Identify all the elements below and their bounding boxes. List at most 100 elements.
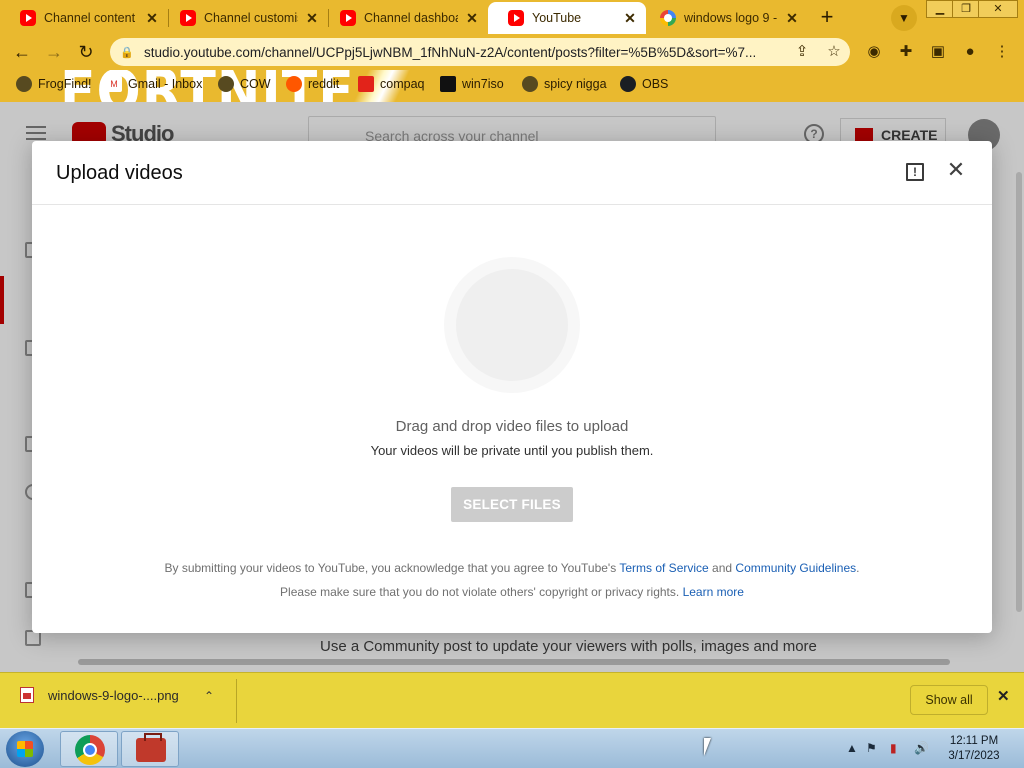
github-icon	[620, 76, 636, 92]
dialog-title: Upload videos	[56, 162, 183, 184]
tab-channel-customisation[interactable]: Channel customis ✕	[160, 2, 328, 34]
new-tab-button[interactable]: +	[814, 5, 840, 31]
bookmarks-bar: FORTNITE FrogFind! M Gmail - Inbox COW r…	[0, 70, 1024, 102]
bookmark-label: FrogFind!	[38, 77, 92, 91]
tab-title: Channel content	[44, 11, 136, 25]
google-icon	[660, 10, 676, 26]
taskbar-chrome[interactable]	[60, 731, 118, 767]
clock-date: 3/17/2023	[948, 750, 1000, 762]
bookmark-gmail[interactable]: M Gmail - Inbox	[106, 76, 202, 92]
reddit-icon	[286, 76, 302, 92]
youtube-icon	[508, 10, 524, 26]
active-nav-indicator	[0, 276, 4, 324]
profile-avatar-icon[interactable]: ●	[958, 38, 982, 66]
create-camera-icon	[855, 128, 873, 142]
reload-button[interactable]: ↻	[72, 38, 100, 66]
tab-strip: Channel content ✕ Channel customis ✕ Cha…	[0, 0, 1024, 34]
community-guidelines-link[interactable]: Community Guidelines	[735, 561, 856, 575]
lock-icon: 🔒	[120, 46, 134, 59]
download-item[interactable]: windows-9-logo-....png	[20, 687, 179, 703]
taskbar: ▲ ⚑ ▮ 🔊 12:11 PM 3/17/2023	[0, 728, 1024, 768]
dialog-divider	[32, 204, 992, 205]
terms-of-service-link[interactable]: Terms of Service	[619, 561, 708, 575]
globe-icon	[218, 76, 234, 92]
hamburger-menu-icon[interactable]	[26, 126, 46, 140]
close-icon[interactable]: ✕	[784, 10, 800, 27]
bookmark-obs[interactable]: OBS	[620, 76, 668, 92]
bookmark-label: reddit	[308, 77, 340, 91]
tab-youtube[interactable]: YouTube ✕	[488, 2, 646, 34]
toolbox-icon	[136, 733, 166, 762]
show-all-button[interactable]: Show all	[910, 685, 988, 715]
copyright-text: Please make sure that you do not violate…	[280, 585, 680, 599]
start-button-windows-icon[interactable]	[6, 731, 44, 767]
download-bar: windows-9-logo-....png ⌃ Show all ✕	[0, 672, 1024, 728]
win7iso-icon	[440, 76, 456, 92]
clock-time: 12:11 PM	[949, 735, 999, 747]
bookmark-cow[interactable]: COW	[218, 76, 271, 92]
close-icon[interactable]: ✕	[144, 10, 160, 27]
extensions-puzzle-icon[interactable]: ✚	[894, 38, 918, 66]
bookmark-reddit[interactable]: reddit	[286, 76, 339, 92]
share-icon[interactable]: ⇪	[790, 38, 814, 66]
menu-kebab-icon[interactable]: ⋮	[990, 38, 1014, 66]
tab-title: windows logo 9 -	[684, 11, 778, 25]
legal-prefix: By submitting your videos to YouTube, yo…	[164, 561, 617, 575]
address-bar[interactable]: 🔒 studio.youtube.com/channel/UCPpj5LjwNB…	[110, 38, 850, 66]
close-icon[interactable]: ✕	[304, 10, 320, 27]
window-close-button[interactable]: ✕	[978, 0, 1018, 18]
bookmark-star-icon[interactable]: ☆	[822, 38, 846, 66]
tab-channel-content[interactable]: Channel content ✕	[0, 2, 168, 34]
extension-icon[interactable]: ◉	[862, 38, 886, 66]
bookmark-frogfind[interactable]: FrogFind!	[16, 76, 92, 92]
community-post-hint: Use a Community post to update your view…	[320, 638, 817, 655]
forward-button[interactable]: →	[40, 38, 68, 66]
bookmark-win7iso[interactable]: win7iso	[440, 76, 504, 92]
gmail-icon: M	[106, 76, 122, 92]
legal-and: and	[712, 561, 733, 575]
drag-drop-text: Drag and drop video files to upload	[395, 418, 629, 435]
bookmark-label: spicy nigga	[544, 77, 607, 91]
youtube-icon	[180, 10, 196, 26]
download-separator	[236, 679, 237, 723]
bookmark-label: compaq	[380, 77, 425, 91]
upload-arrow-icon	[456, 269, 568, 381]
close-icon[interactable]: ✕	[622, 10, 638, 27]
restore-button[interactable]: ❐	[952, 0, 980, 18]
bookmark-spicy[interactable]: spicy nigga	[522, 76, 607, 92]
network-disconnected-icon[interactable]: ▮	[890, 741, 897, 755]
mouse-cursor-icon	[704, 738, 718, 756]
private-notice: Your videos will be private until you pu…	[370, 443, 654, 458]
tab-title: YouTube	[532, 11, 582, 25]
tab-title: Channel dashboar	[364, 11, 458, 25]
feedback-icon[interactable]: !	[906, 163, 924, 181]
copyright-notice: Please make sure that you do not violate…	[32, 585, 992, 599]
bookmark-label: win7iso	[462, 77, 504, 91]
select-files-button[interactable]: SELECT FILES	[451, 487, 573, 522]
tab-channel-dashboard[interactable]: Channel dashboar ✕	[320, 2, 488, 34]
chevron-up-icon[interactable]: ⌃	[204, 689, 214, 703]
taskbar-toolbox[interactable]	[121, 731, 179, 767]
youtube-icon	[340, 10, 356, 26]
address-bar-url: studio.youtube.com/channel/UCPpj5LjwNBM_…	[144, 44, 757, 60]
bookmark-compaq[interactable]: compaq	[358, 76, 424, 92]
tab-search-button[interactable]: ▼	[891, 5, 917, 31]
close-icon[interactable]: ✕	[997, 687, 1010, 705]
system-clock[interactable]: 12:11 PM 3/17/2023	[942, 734, 1006, 764]
image-file-icon	[20, 687, 34, 703]
close-icon[interactable]: ✕	[464, 10, 480, 27]
youtube-icon	[20, 10, 36, 26]
chrome-icon	[75, 735, 105, 765]
volume-icon[interactable]: 🔊	[914, 741, 929, 755]
minimize-button[interactable]: ▁	[926, 0, 954, 18]
back-button[interactable]: ←	[8, 38, 36, 66]
show-hidden-icons-icon[interactable]: ▲	[846, 741, 858, 755]
action-center-flag-icon[interactable]: ⚑	[866, 741, 877, 755]
horizontal-scrollbar[interactable]	[78, 659, 950, 665]
learn-more-link[interactable]: Learn more	[683, 585, 744, 599]
tab-windows-logo-search[interactable]: windows logo 9 - ✕	[640, 2, 808, 34]
bookmark-label: COW	[240, 77, 271, 91]
vertical-scrollbar[interactable]	[1016, 172, 1022, 612]
side-panel-icon[interactable]: ▣	[926, 38, 950, 66]
close-icon[interactable]: ✕	[944, 159, 968, 183]
